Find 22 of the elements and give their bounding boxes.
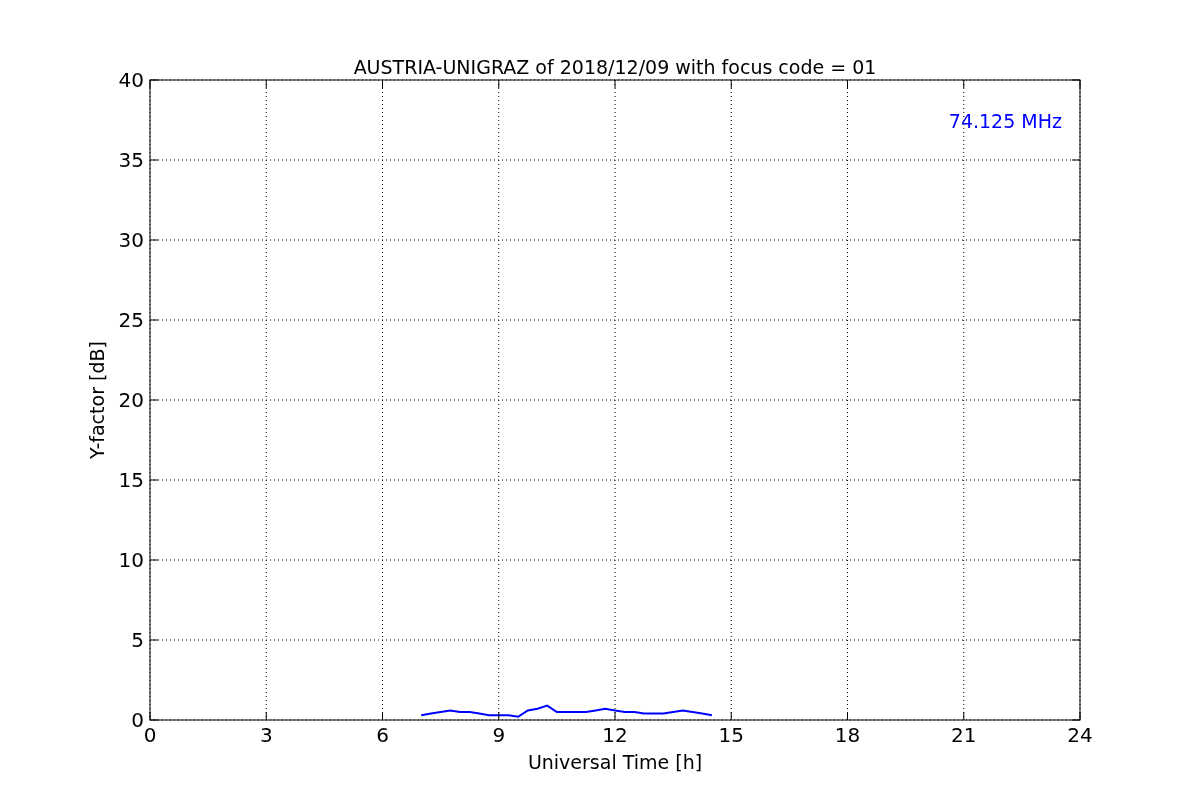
tick-label: 15 bbox=[118, 468, 144, 492]
axis-label: Universal Time [h] bbox=[527, 751, 703, 773]
axis-label: Y-factor [dB] bbox=[86, 341, 108, 459]
tick-label: 6 bbox=[376, 723, 389, 747]
tick-label: 25 bbox=[118, 308, 144, 332]
tick-label: 0 bbox=[131, 708, 144, 732]
tick-label: 5 bbox=[131, 628, 144, 652]
tick-label: 30 bbox=[118, 228, 144, 252]
tick-label: 20 bbox=[118, 388, 144, 412]
series-label: 74.125 MHz bbox=[948, 110, 1062, 132]
tick-label: 3 bbox=[259, 723, 273, 747]
tick-label: 21 bbox=[951, 723, 977, 747]
tick-label: 24 bbox=[1067, 723, 1093, 747]
tick-label: 15 bbox=[718, 723, 744, 747]
tick-label: 10 bbox=[118, 548, 144, 572]
tick-label: 9 bbox=[492, 723, 506, 747]
tick-label: 35 bbox=[118, 148, 144, 172]
tick-label: 40 bbox=[118, 68, 144, 92]
chart-title: AUSTRIA-UNIGRAZ of 2018/12/09 with focus code = 01 bbox=[353, 56, 877, 78]
tick-label: 18 bbox=[834, 723, 861, 747]
tick-label: 0 bbox=[143, 723, 157, 747]
tick-label: 12 bbox=[602, 723, 628, 747]
